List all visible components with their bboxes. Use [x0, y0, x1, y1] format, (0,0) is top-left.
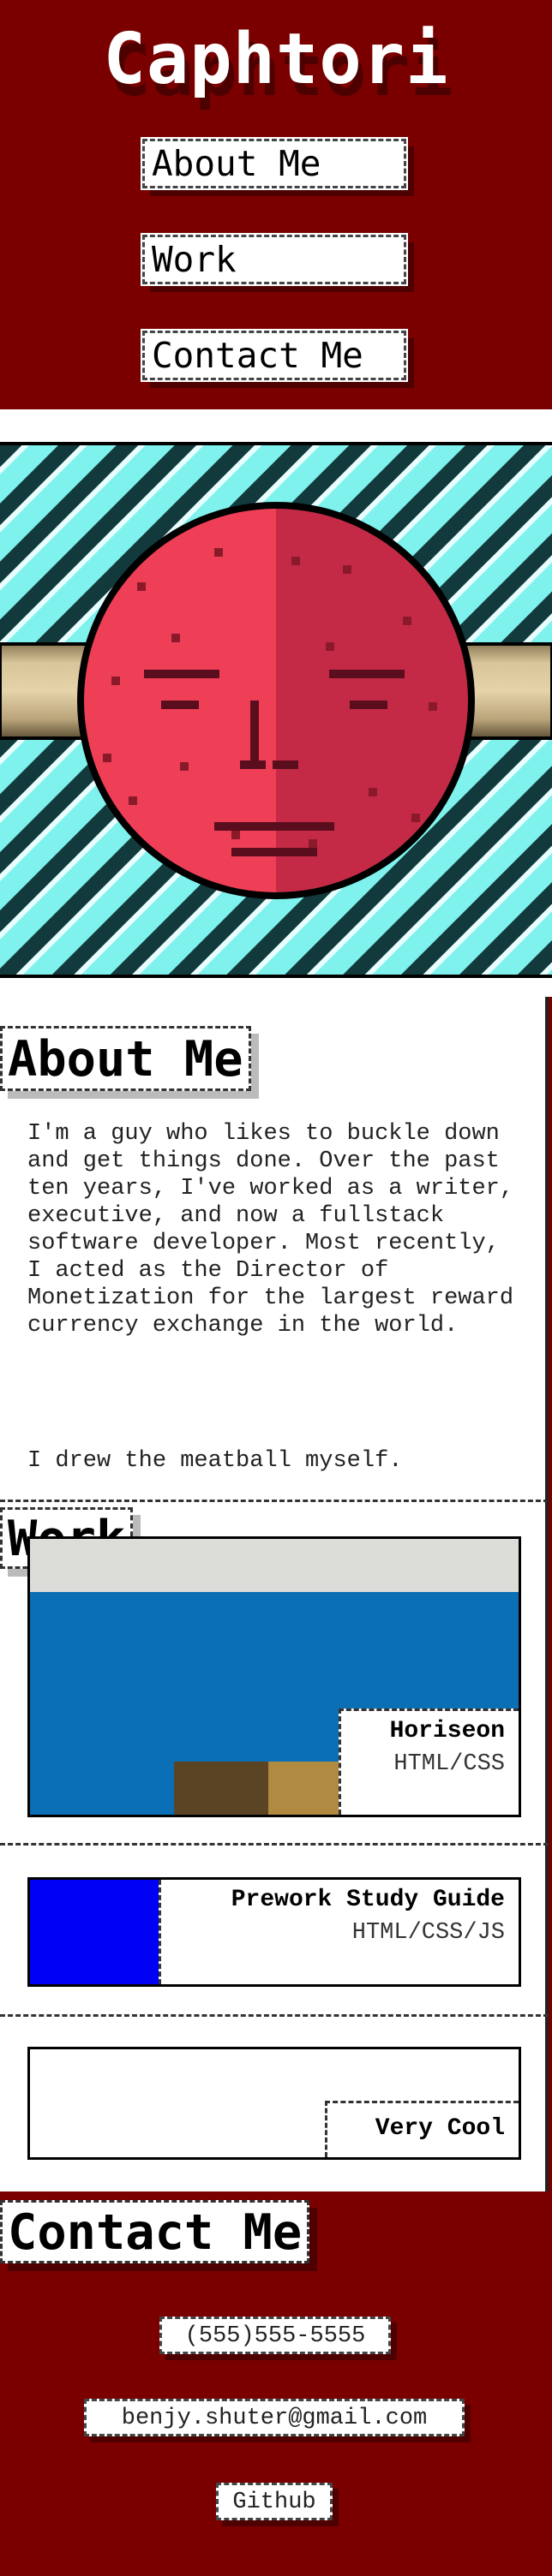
- nav-link-contact[interactable]: Contact Me: [141, 329, 408, 382]
- hero-image: [0, 442, 552, 978]
- site-title: Caphtori: [103, 19, 449, 100]
- contact-section: Contact Me (555)555-5555 benjy.shuter@gm…: [0, 2191, 552, 2576]
- about-paragraph: I'm a guy who likes to buckle down and g…: [27, 1121, 528, 1339]
- about-meatball-note: I drew the meatball myself.: [27, 1448, 403, 1474]
- project-title: Prework Study Guide: [231, 1887, 505, 1913]
- project-card-very-cool[interactable]: Very Cool: [27, 2047, 521, 2160]
- project-card-horiseon[interactable]: Horiseon HTML/CSS: [27, 1536, 521, 1817]
- project-caption: Very Cool: [325, 2101, 519, 2157]
- work-divider: [0, 2014, 549, 2017]
- nav-link-work[interactable]: Work: [141, 233, 408, 286]
- site-header: Caphtori About Me Work Contact Me: [0, 0, 552, 409]
- project-caption: Prework Study Guide HTML/CSS/JS: [159, 1880, 519, 1984]
- github-link[interactable]: Github: [216, 2483, 333, 2520]
- work-divider: [0, 1843, 549, 1846]
- project-tech: HTML/CSS: [393, 1751, 505, 1777]
- about-section: About Me I'm a guy who likes to buckle d…: [0, 997, 549, 1502]
- project-title: Horiseon: [389, 1718, 505, 1744]
- project-title: Very Cool: [375, 2115, 505, 2142]
- hero-section: [0, 409, 552, 997]
- project-card-prework-study-guide[interactable]: Prework Study Guide HTML/CSS/JS: [27, 1877, 521, 1987]
- project-tech: HTML/CSS/JS: [351, 1920, 505, 1946]
- email-link[interactable]: benjy.shuter@gmail.com: [84, 2399, 465, 2436]
- nav-link-about[interactable]: About Me: [141, 137, 408, 190]
- phone-link[interactable]: (555)555-5555: [159, 2317, 391, 2354]
- work-section: Work Horiseon HTML/CSS Prework Study Gui…: [0, 1502, 549, 2191]
- about-heading: About Me: [0, 1026, 251, 1091]
- contact-heading: Contact Me: [0, 2200, 310, 2263]
- meatball-illustration: [0, 445, 552, 975]
- project-caption: Horiseon HTML/CSS: [339, 1708, 519, 1815]
